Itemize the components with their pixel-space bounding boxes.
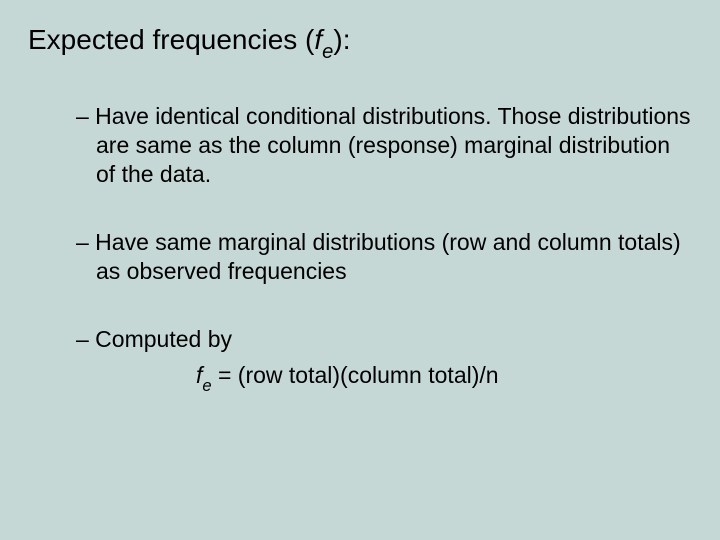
formula-eq: = (row total)(column total)/n (212, 362, 499, 388)
formula: fe = (row total)(column total)/n (76, 362, 692, 394)
slide: Expected frequencies (fe): – Have identi… (0, 0, 720, 418)
bullet-3: – Computed by (76, 325, 692, 354)
slide-title: Expected frequencies (fe): (28, 24, 692, 62)
title-var: f (314, 24, 322, 55)
title-prefix: Expected frequencies ( (28, 24, 314, 55)
title-suffix: ): (333, 24, 350, 55)
bullet-1: – Have identical conditional distributio… (76, 102, 692, 190)
formula-sub: e (202, 376, 211, 395)
bullet-list: – Have identical conditional distributio… (28, 102, 692, 394)
bullet-2: – Have same marginal distributions (row … (76, 228, 692, 287)
title-sub: e (322, 41, 333, 63)
